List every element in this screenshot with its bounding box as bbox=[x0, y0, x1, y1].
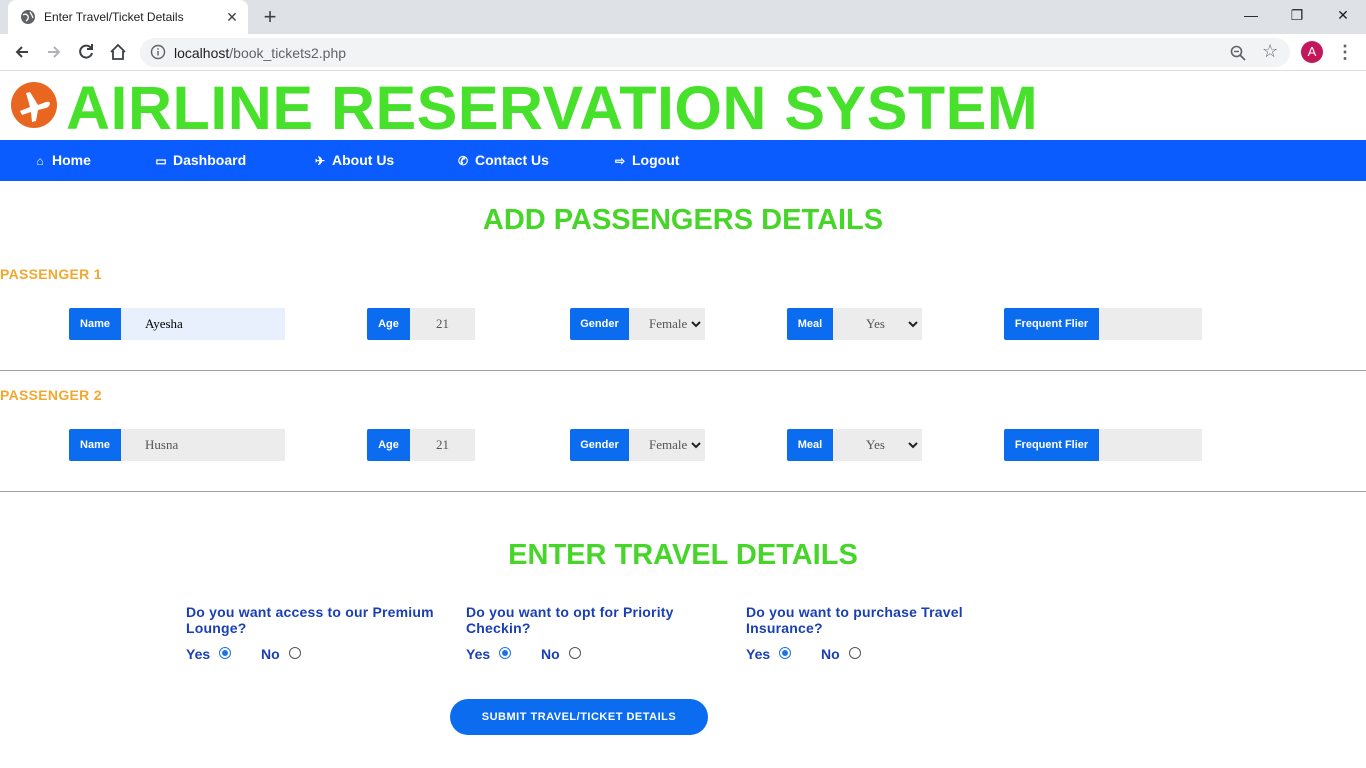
p1-gender-value: Female bbox=[649, 316, 688, 331]
forward-icon[interactable] bbox=[44, 42, 64, 62]
window-close-icon[interactable]: ✕ bbox=[1320, 0, 1366, 30]
p2-age-input[interactable]: 21 bbox=[410, 429, 475, 461]
chevron-down-icon bbox=[691, 442, 701, 449]
submit-travel-details-button[interactable]: SUBMIT TRAVEL/TICKET DETAILS bbox=[450, 699, 708, 735]
p2-frequent-flier-input[interactable] bbox=[1099, 429, 1202, 461]
close-tab-icon[interactable]: ✕ bbox=[224, 9, 240, 25]
priority-no-radio[interactable] bbox=[569, 647, 581, 659]
url-text: localhost/book_tickets2.php bbox=[174, 45, 347, 61]
new-tab-icon[interactable]: + bbox=[259, 6, 281, 28]
browser-tabstrip: Enter Travel/Ticket Details ✕ + — ❐ ✕ bbox=[0, 0, 1366, 34]
phone-icon: ✆ bbox=[457, 154, 469, 168]
nav-logout[interactable]: ⇨ Logout bbox=[613, 140, 679, 181]
p2-frequent-flier-label: Frequent Flier bbox=[1004, 429, 1099, 461]
globe-icon bbox=[21, 10, 35, 24]
passenger-2-label: PASSENGER 2 bbox=[0, 387, 102, 403]
reload-icon[interactable] bbox=[76, 42, 96, 62]
p1-meal-value: Yes bbox=[866, 316, 885, 331]
travel-heading: ENTER TRAVEL DETAILS bbox=[508, 539, 858, 571]
p2-meal-value: Yes bbox=[866, 437, 885, 452]
tab-title: Enter Travel/Ticket Details bbox=[44, 10, 184, 24]
minimize-icon[interactable]: — bbox=[1228, 0, 1274, 30]
profile-avatar[interactable]: A bbox=[1301, 41, 1323, 63]
p2-age-label: Age bbox=[367, 429, 410, 461]
insurance-yes-radio[interactable] bbox=[779, 647, 791, 659]
passenger-divider-1 bbox=[0, 370, 1366, 371]
address-bar[interactable]: localhost/book_tickets2.php ☆ bbox=[140, 38, 1290, 67]
p1-frequent-flier-input[interactable] bbox=[1099, 308, 1202, 340]
home-page-icon[interactable] bbox=[108, 42, 128, 62]
plane-icon: ✈ bbox=[314, 154, 326, 168]
p2-gender-value: Female bbox=[649, 437, 688, 452]
insurance-question: Do you want to purchase Travel Insurance… bbox=[746, 604, 963, 636]
browser-toolbar: localhost/book_tickets2.php ☆ A ⋮ bbox=[0, 34, 1366, 71]
insurance-no-label: No bbox=[821, 646, 840, 662]
nav-about-us[interactable]: ✈ About Us bbox=[313, 140, 394, 181]
nav-contact-us[interactable]: ✆ Contact Us bbox=[456, 140, 549, 181]
priority-yes-radio[interactable] bbox=[499, 647, 511, 659]
airplane-logo-icon bbox=[11, 82, 57, 128]
priority-no-label: No bbox=[541, 646, 560, 662]
lounge-question: Do you want access to our Premium Lounge… bbox=[186, 604, 434, 636]
home-icon: ⌂ bbox=[36, 154, 44, 168]
insurance-yes-label: Yes bbox=[746, 646, 771, 662]
chevron-down-icon bbox=[908, 442, 918, 449]
p2-gender-select[interactable]: Female bbox=[629, 429, 705, 461]
nav-dashboard[interactable]: ▭ Dashboard bbox=[154, 140, 246, 181]
passenger-1-label: PASSENGER 1 bbox=[0, 266, 102, 282]
more-menu-icon[interactable]: ⋮ bbox=[1336, 42, 1354, 62]
lounge-yes-label: Yes bbox=[186, 646, 211, 662]
p2-gender-label: Gender bbox=[570, 429, 629, 461]
p2-name-label: Name bbox=[69, 429, 121, 461]
p1-age-input[interactable]: 21 bbox=[410, 308, 475, 340]
p1-gender-label: Gender bbox=[570, 308, 629, 340]
lounge-no-radio[interactable] bbox=[289, 647, 301, 659]
p1-age-label: Age bbox=[367, 308, 410, 340]
insurance-no-radio[interactable] bbox=[849, 647, 861, 659]
zoom-icon[interactable] bbox=[1229, 44, 1247, 62]
chevron-down-icon bbox=[908, 321, 918, 328]
browser-tab[interactable]: Enter Travel/Ticket Details ✕ bbox=[8, 0, 248, 34]
chevron-down-icon bbox=[691, 321, 701, 328]
monitor-icon: ▭ bbox=[155, 154, 167, 168]
bookmark-star-icon[interactable]: ☆ bbox=[1262, 42, 1280, 60]
back-icon[interactable] bbox=[12, 42, 32, 62]
lounge-yes-radio[interactable] bbox=[219, 647, 231, 659]
info-icon[interactable] bbox=[150, 44, 166, 60]
p1-name-label: Name bbox=[69, 308, 121, 340]
restore-icon[interactable]: ❐ bbox=[1274, 0, 1320, 30]
main-navbar: ⌂ Home ▭ Dashboard ✈ About Us ✆ Contact Us ⇨… bbox=[0, 140, 1366, 181]
lounge-no-label: No bbox=[261, 646, 280, 662]
passenger-divider-2 bbox=[0, 491, 1366, 492]
p1-frequent-flier-label: Frequent Flier bbox=[1004, 308, 1099, 340]
p1-meal-select[interactable]: Yes bbox=[833, 308, 922, 340]
site-title: AIRLINE RESERVATION SYSTEM bbox=[66, 74, 1039, 142]
p1-name-input[interactable]: Ayesha bbox=[121, 308, 285, 340]
p1-gender-select[interactable]: Female bbox=[629, 308, 705, 340]
p1-meal-label: Meal bbox=[787, 308, 833, 340]
p2-meal-select[interactable]: Yes bbox=[833, 429, 922, 461]
nav-home[interactable]: ⌂ Home bbox=[33, 140, 91, 181]
priority-checkin-question: Do you want to opt for Priority Checkin? bbox=[466, 604, 674, 636]
page: AIRLINE RESERVATION SYSTEM ⌂ Home ▭ Dashbo… bbox=[0, 71, 1366, 768]
passengers-heading: ADD PASSENGERS DETAILS bbox=[482, 204, 884, 236]
p2-name-input[interactable]: Husna bbox=[121, 429, 285, 461]
p2-meal-label: Meal bbox=[787, 429, 833, 461]
priority-yes-label: Yes bbox=[466, 646, 491, 662]
logout-icon: ⇨ bbox=[614, 154, 626, 168]
